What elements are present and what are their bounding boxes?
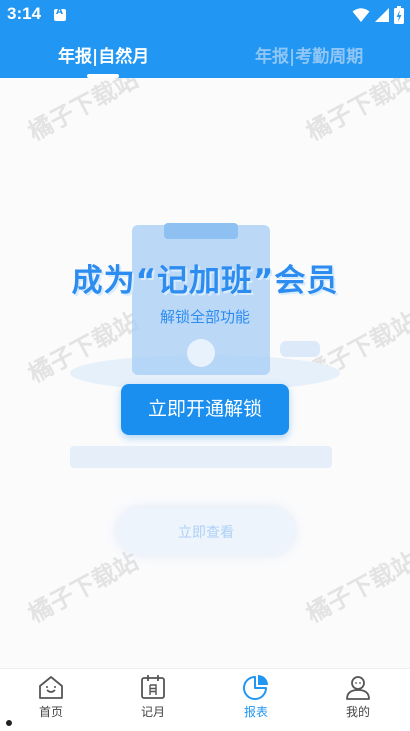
unlock-membership-button[interactable]: 立即开通解锁 xyxy=(121,384,289,435)
membership-subtitle: 解锁全部功能 xyxy=(159,308,250,326)
watermark: 橘子下载站 xyxy=(23,78,143,147)
bottom-navigation: 首页 记月 报表 我的 xyxy=(0,668,410,731)
nav-label-profile: 我的 xyxy=(345,705,370,719)
profile-icon xyxy=(346,676,370,700)
nav-label-calendar: 记月 xyxy=(140,705,165,719)
nav-item-reports[interactable]: 报表 xyxy=(216,673,296,720)
blurred-view-button: 立即查看 xyxy=(118,508,294,554)
nav-item-calendar[interactable]: 记月 xyxy=(113,673,193,720)
watermark: 橘子下载站 xyxy=(23,547,143,629)
notification-letter: A xyxy=(56,7,63,17)
blurred-view-label: 立即查看 xyxy=(178,525,234,541)
signal-icon xyxy=(375,8,389,22)
notification-icon: A xyxy=(54,7,66,21)
status-time: 3:14 xyxy=(7,4,42,23)
battery-charging-icon xyxy=(394,6,404,24)
watermark: 橘子下载站 xyxy=(301,547,410,629)
pie-chart-icon xyxy=(243,675,268,700)
status-icons xyxy=(352,6,404,24)
nav-item-profile[interactable]: 我的 xyxy=(318,673,398,720)
nav-label-home: 首页 xyxy=(38,705,63,719)
membership-title: 成为“记加班”会员 xyxy=(71,263,339,299)
report-tabs-header: 年报|自然月 年报|考勤周期 xyxy=(0,30,410,78)
nav-item-home[interactable]: 首页 xyxy=(11,673,91,720)
home-icon xyxy=(39,676,63,699)
tab-attendance-cycle[interactable]: 年报|考勤周期 xyxy=(255,42,363,67)
calendar-icon xyxy=(141,675,165,699)
tab-natural-month[interactable]: 年报|自然月 xyxy=(58,42,149,67)
system-nav-indicator xyxy=(6,720,12,726)
blurred-summary-bar xyxy=(70,446,332,468)
nav-label-reports: 报表 xyxy=(243,705,268,719)
watermark: 橘子下载站 xyxy=(301,78,410,147)
wifi-icon xyxy=(352,8,370,22)
status-bar: 3:14 A xyxy=(0,0,410,30)
report-content: 橘子下载站 橘子下载站 橘子下载站 橘子下载站 橘子下载站 橘子下载站 立即查看… xyxy=(0,78,410,668)
